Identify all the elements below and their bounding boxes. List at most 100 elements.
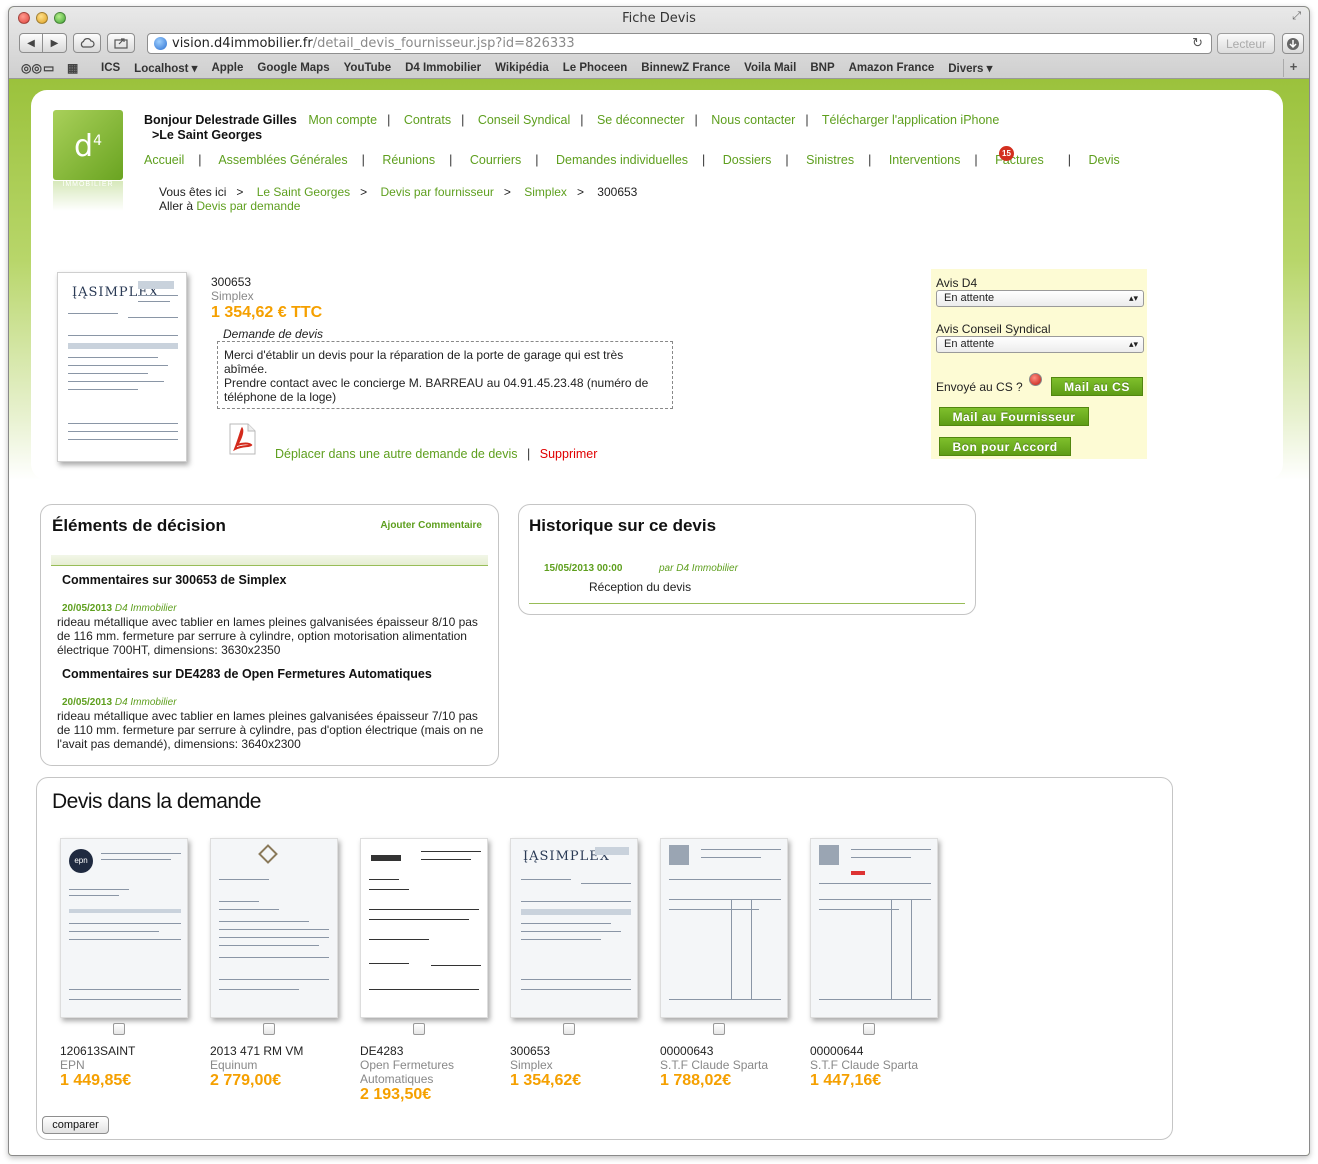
card-supplier: Simplex <box>510 1058 553 1072</box>
bookmark-item[interactable]: Wikipédia <box>495 62 549 74</box>
bookmarks-book-icon[interactable]: ▭ <box>43 61 63 75</box>
avis-cs-select[interactable]: En attente ▴▾ <box>936 336 1144 353</box>
decision-title: Éléments de décision <box>52 516 226 535</box>
nav-sinistres[interactable]: Sinistres <box>806 153 854 167</box>
quotes-in-request-panel: Devis dans la demande epn 120613SAINT EP… <box>36 777 1173 1140</box>
url-path: /detail_devis_fournisseur.jsp?id=826333 <box>312 36 575 51</box>
compare-button[interactable]: comparer <box>42 1116 109 1134</box>
compare-checkbox[interactable] <box>413 1023 425 1035</box>
breadcrumb-item[interactable]: Simplex <box>524 185 567 199</box>
sent-to-cs-label: Envoyé au CS ? <box>936 380 1023 394</box>
forward-button[interactable]: ▶ <box>43 33 67 53</box>
card-price: 2 779,00€ <box>210 1072 282 1089</box>
card-supplier: EPN <box>60 1058 85 1072</box>
downloads-button[interactable] <box>1282 33 1304 54</box>
bon-pour-accord-button[interactable]: Bon pour Accord <box>939 437 1071 456</box>
quote-document-thumbnail[interactable]: ĮĄSIMPLEX <box>57 272 187 462</box>
bookmark-item[interactable]: YouTube <box>344 62 391 74</box>
compare-checkbox[interactable] <box>863 1023 875 1035</box>
bookmark-item[interactable]: Localhost ▾ <box>134 61 197 75</box>
quote-thumbnail[interactable] <box>810 838 938 1018</box>
status-red-dot-icon <box>1029 373 1042 386</box>
link-mon-compte[interactable]: Mon compte <box>308 113 377 127</box>
quote-thumbnail[interactable]: ĮĄSIMPLEX <box>510 838 638 1018</box>
reload-icon[interactable]: ↻ <box>1192 36 1203 51</box>
compare-checkbox[interactable] <box>263 1023 275 1035</box>
nav-courriers[interactable]: Courriers <box>470 153 521 167</box>
decision-panel: Éléments de décision Ajouter Commentaire… <box>40 504 499 766</box>
reading-list-icon[interactable]: ◎◎ <box>21 61 42 75</box>
history-title: Historique sur ce devis <box>529 516 717 535</box>
address-bar[interactable]: vision.d4immobilier.fr /detail_devis_fou… <box>147 33 1212 54</box>
mail-fournisseur-button[interactable]: Mail au Fournisseur <box>939 407 1089 426</box>
link-contrats[interactable]: Contrats <box>404 113 451 127</box>
new-tab-plus-icon[interactable]: + <box>1283 59 1303 77</box>
web-page: d4 IMMOBILIER Bonjour Delestrade Gilles … <box>9 80 1309 1155</box>
quote-thumbnail[interactable] <box>210 838 338 1018</box>
factures-count-badge: 15 <box>999 146 1014 161</box>
bookmark-item[interactable]: Google Maps <box>257 62 329 74</box>
top-sites-grid-icon[interactable]: ▦ <box>67 61 87 75</box>
quote-supplier: Simplex <box>211 289 254 303</box>
delete-quote-link[interactable]: Supprimer <box>540 447 598 461</box>
bookmark-item[interactable]: BinnewZ France <box>641 62 730 74</box>
icloud-tabs-button[interactable] <box>73 33 101 53</box>
bookmarks-bar: ◎◎ ▭ ▦ ICS Localhost ▾ Apple Google Maps… <box>9 59 1309 77</box>
quote-thumbnail[interactable] <box>360 838 488 1018</box>
nav-interventions[interactable]: Interventions <box>889 153 961 167</box>
breadcrumb-item[interactable]: Le Saint Georges <box>257 185 350 199</box>
link-logout[interactable]: Se déconnecter <box>597 113 685 127</box>
compare-checkbox[interactable] <box>713 1023 725 1035</box>
move-quote-link[interactable]: Déplacer dans une autre demande de devis <box>275 447 518 461</box>
breadcrumb-item[interactable]: Devis par fournisseur <box>381 185 494 199</box>
comment-text: rideau métallique avec tablier en lames … <box>57 615 478 657</box>
comment-title: Commentaires sur 300653 de Simplex <box>62 573 287 587</box>
quote-ref: 300653 <box>211 275 252 289</box>
card-price: 1 788,02€ <box>660 1072 732 1089</box>
comment-meta: 20/05/2013 D4 Immobilier <box>62 603 177 614</box>
link-contact[interactable]: Nous contacter <box>711 113 795 127</box>
avis-d4-select[interactable]: En attente ▴▾ <box>936 290 1144 307</box>
nav-devis[interactable]: Devis <box>1089 153 1120 167</box>
request-label: Demande de devis <box>223 327 324 341</box>
avis-cs-label: Avis Conseil Syndical <box>936 322 1051 336</box>
bookmark-item[interactable]: Voila Mail <box>744 62 796 74</box>
bookmark-item[interactable]: Amazon France <box>849 62 935 74</box>
breadcrumb-current: 300653 <box>597 185 638 199</box>
card-ref: 00000644 <box>810 1044 864 1058</box>
compare-checkbox[interactable] <box>563 1023 575 1035</box>
goto-devis-par-demande[interactable]: Devis par demande <box>196 199 300 213</box>
quote-thumbnail[interactable] <box>660 838 788 1018</box>
share-icon <box>114 38 128 49</box>
breadcrumb-prefix: Vous êtes ici <box>159 185 227 199</box>
fullscreen-icon[interactable]: ⤢ <box>1292 10 1301 23</box>
bookmark-item[interactable]: D4 Immobilier <box>405 62 481 74</box>
reader-button[interactable]: Lecteur <box>1217 33 1275 54</box>
bookmark-item[interactable]: Le Phoceen <box>563 62 628 74</box>
back-button[interactable]: ◀ <box>19 33 43 53</box>
bookmark-item[interactable]: Divers ▾ <box>948 61 992 75</box>
quote-actions: Déplacer dans une autre demande de devis… <box>275 447 598 461</box>
nav-demandes[interactable]: Demandes individuelles <box>556 153 688 167</box>
mail-cs-button[interactable]: Mail au CS <box>1051 377 1143 396</box>
bookmark-item[interactable]: BNP <box>810 62 834 74</box>
nav-reunions[interactable]: Réunions <box>382 153 435 167</box>
bookmark-item[interactable]: ICS <box>101 62 120 74</box>
quote-thumbnail[interactable]: epn <box>60 838 188 1018</box>
nav-accueil[interactable]: Accueil <box>144 153 184 167</box>
pdf-icon[interactable] <box>227 423 257 455</box>
card-price: 2 193,50€ <box>360 1086 432 1103</box>
link-conseil-syndical[interactable]: Conseil Syndical <box>478 113 570 127</box>
globe-icon <box>154 37 167 50</box>
nav-assemblees[interactable]: Assemblées Générales <box>218 153 347 167</box>
link-iphone-app[interactable]: Télécharger l'application iPhone <box>822 113 1000 127</box>
card-ref: DE4283 <box>360 1044 404 1058</box>
share-button[interactable] <box>107 33 135 53</box>
d4-logo[interactable]: d4 <box>53 110 123 180</box>
history-text: Réception du devis <box>589 580 692 594</box>
bookmark-item[interactable]: Apple <box>211 62 243 74</box>
add-comment-link[interactable]: Ajouter Commentaire <box>380 520 482 531</box>
nav-dossiers[interactable]: Dossiers <box>723 153 772 167</box>
compare-checkbox[interactable] <box>113 1023 125 1035</box>
browser-window: Fiche Devis ⤢ ◀ ▶ vision.d4immobilier.fr… <box>8 6 1310 1156</box>
